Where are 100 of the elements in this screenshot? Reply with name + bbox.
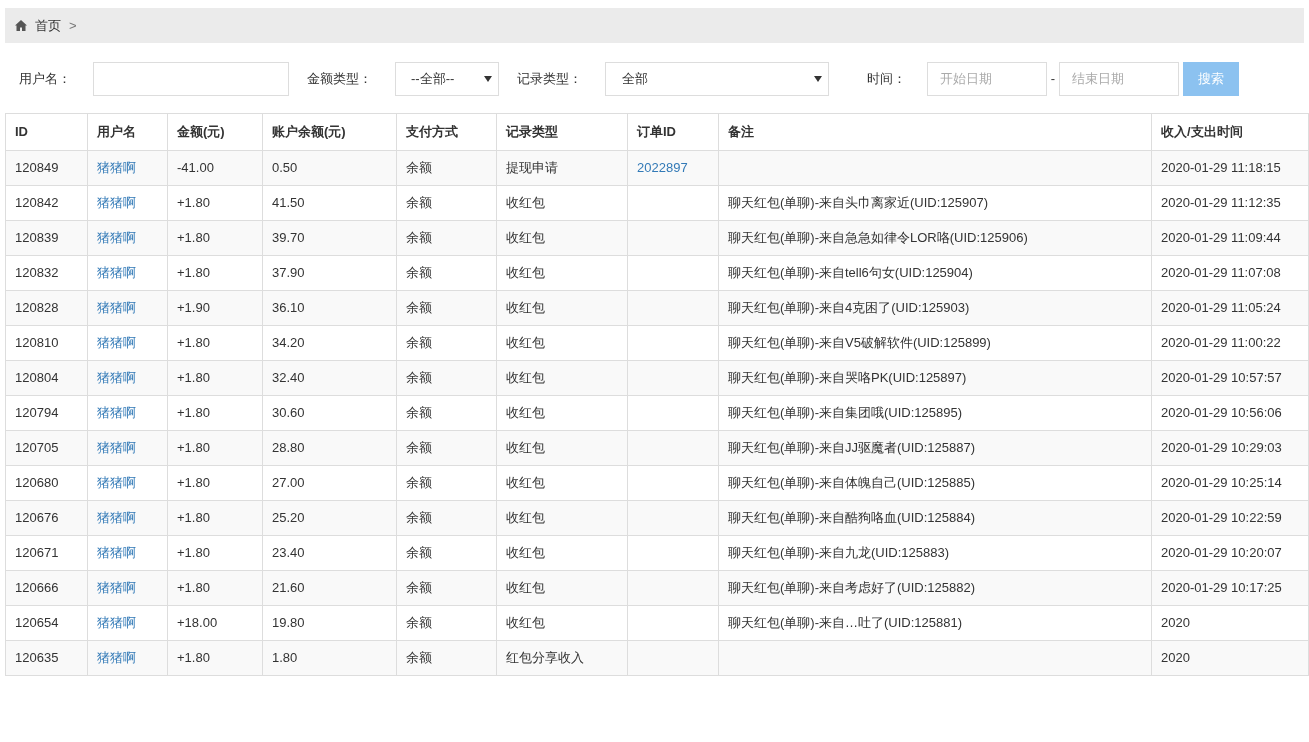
table-cell: 2020-01-29 11:18:15 — [1161, 160, 1281, 176]
table-cell: 2020-01-29 10:25:14 — [1161, 475, 1282, 491]
table-cell: 120849 — [15, 160, 59, 176]
table-cell: 2020-01-29 10:17:25 — [1161, 580, 1282, 596]
table-cell: 2020 — [1161, 650, 1190, 666]
breadcrumb-separator: > — [69, 16, 77, 35]
field-label: 用户名： — [19, 69, 72, 88]
caret-icon — [814, 75, 822, 82]
table-cell: 41.50 — [272, 195, 305, 211]
table-cell: +1.90 — [177, 300, 210, 316]
table-cell: 2020-01-29 10:22:59 — [1161, 510, 1282, 526]
table-cell: 120680 — [15, 475, 59, 491]
table-cell: 2020-01-29 11:12:35 — [1161, 195, 1281, 211]
table-cell: 收红包 — [506, 370, 545, 386]
table-cell: 收红包 — [506, 545, 545, 561]
home-icon — [15, 20, 27, 31]
table-cell: 120794 — [15, 405, 59, 421]
table-cell: 聊天红包(单聊)-来自考虑好了(UID:125882) — [728, 580, 976, 596]
table-cell: 聊天红包(单聊)-来自V5破解软件(UID:125899) — [728, 335, 991, 351]
table-cell: 余额 — [406, 265, 432, 281]
table-cell: 余额 — [406, 510, 432, 526]
column-header: 用户名 — [87, 113, 168, 151]
table-cell: 120635 — [15, 650, 59, 666]
table-cell: +1.80 — [177, 545, 210, 561]
table-cell: 120810 — [15, 335, 59, 351]
table-cell: 120654 — [15, 615, 59, 631]
table-cell: 收红包 — [506, 440, 545, 456]
column-header: 记录类型 — [496, 113, 628, 151]
column-header: 收入/支出时间 — [1151, 113, 1309, 151]
column-header: 订单ID — [627, 113, 719, 151]
table-cell: -41.00 — [177, 160, 214, 176]
table-cell: 32.40 — [272, 370, 305, 386]
table-cell: 聊天红包(单聊)-来自急急如律令LOR咯(UID:125906) — [728, 230, 1028, 246]
username-field[interactable] — [93, 61, 289, 96]
table-cell: 2020-01-29 10:20:07 — [1161, 545, 1282, 561]
table-cell: 收红包 — [506, 615, 545, 631]
table-cell: +1.80 — [177, 475, 210, 491]
table-cell: 聊天红包(单聊)-来自哭咯PK(UID:125897) — [728, 370, 967, 386]
table-cell: 2020-01-29 10:57:57 — [1161, 370, 1282, 386]
table-cell: +1.80 — [177, 650, 210, 666]
table-cell: 余额 — [406, 475, 432, 491]
table-cell: 余额 — [406, 545, 432, 561]
table-cell: 红包分享收入 — [506, 650, 584, 666]
table-cell: 聊天红包(单聊)-来自JJ驱魔者(UID:125887) — [728, 440, 976, 456]
table-cell: 收红包 — [506, 195, 545, 211]
table-cell: 2020-01-29 11:09:44 — [1161, 230, 1281, 246]
amount-type-select[interactable]: --全部-- — [395, 61, 499, 96]
table-cell: 余额 — [406, 580, 432, 596]
table-cell: 23.40 — [272, 545, 305, 561]
table-cell: 120832 — [15, 265, 59, 281]
table-cell: 2020-01-29 11:00:22 — [1161, 335, 1281, 351]
table-cell: +1.80 — [177, 265, 210, 281]
table-cell: 聊天红包(单聊)-来自九龙(UID:125883) — [728, 545, 950, 561]
table-cell: 聊天红包(单聊)-来自酷狗咯血(UID:125884) — [728, 510, 976, 526]
table-cell: 收红包 — [506, 580, 545, 596]
table-cell: 收红包 — [506, 230, 545, 246]
column-header: 支付方式 — [396, 113, 497, 151]
table-cell: 120666 — [15, 580, 59, 596]
table-cell: 聊天红包(单聊)-来自头巾离家近(UID:125907) — [728, 195, 989, 211]
start-date-field[interactable]: 开始日期 — [927, 61, 1047, 96]
table-cell: 余额 — [406, 370, 432, 386]
table-cell: 余额 — [406, 405, 432, 421]
end-date-field[interactable]: 结束日期 — [1059, 61, 1179, 96]
table-cell: 120671 — [15, 545, 59, 561]
table-cell: 收红包 — [506, 475, 545, 491]
table-cell: 聊天红包(单聊)-来自4克困了(UID:125903) — [728, 300, 970, 316]
table-cell: +1.80 — [177, 370, 210, 386]
table-cell: 2020-01-29 10:29:03 — [1161, 440, 1282, 456]
table-cell: 余额 — [406, 160, 432, 176]
column-header: 备注 — [718, 113, 1152, 151]
table-cell: 34.20 — [272, 335, 305, 351]
table-cell: +1.80 — [177, 335, 210, 351]
table-cell: 36.10 — [272, 300, 305, 316]
field-label: 金额类型： — [307, 69, 373, 88]
table-cell: 聊天红包(单聊)-来自tell6句女(UID:125904) — [728, 265, 973, 281]
table-cell: 余额 — [406, 335, 432, 351]
table-cell: +1.80 — [177, 580, 210, 596]
table-cell: +1.80 — [177, 230, 210, 246]
field-label: 时间： — [867, 69, 907, 88]
table-cell: 聊天红包(单聊)-来自体魄自己(UID:125885) — [728, 475, 976, 491]
table-cell: 余额 — [406, 300, 432, 316]
table-cell: 余额 — [406, 440, 432, 456]
table-cell: +1.80 — [177, 510, 210, 526]
table-cell: 收红包 — [506, 335, 545, 351]
record-type-select[interactable]: 全部 — [605, 61, 829, 96]
breadcrumb-link[interactable]: 首页 — [35, 15, 61, 36]
table-cell: 1.80 — [272, 650, 298, 666]
table-cell: 2020-01-29 11:05:24 — [1161, 300, 1281, 316]
table-cell: 21.60 — [272, 580, 305, 596]
table-cell: 0.50 — [272, 160, 298, 176]
column-header: 金额(元) — [167, 113, 263, 151]
caret-icon — [484, 75, 492, 82]
table-cell: 2020-01-29 10:56:06 — [1161, 405, 1282, 421]
table-cell: 2020-01-29 11:07:08 — [1161, 265, 1281, 281]
column-header: 账户余额(元) — [262, 113, 397, 151]
table-cell: +1.80 — [177, 195, 210, 211]
table-cell: +1.80 — [177, 405, 210, 421]
field-label: 记录类型： — [517, 69, 583, 88]
column-header: ID — [5, 113, 88, 151]
table-cell: 提现申请 — [506, 160, 558, 176]
